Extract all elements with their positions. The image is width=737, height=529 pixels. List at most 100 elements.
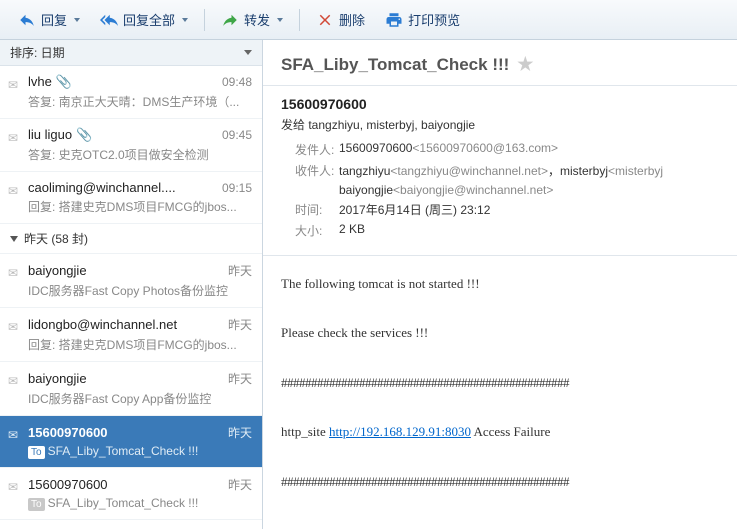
print-button[interactable]: 打印预览 xyxy=(377,6,468,33)
delete-button[interactable]: 删除 xyxy=(308,6,373,33)
forward-label: 转发 xyxy=(244,10,270,29)
message-meta: 15600970600 发给 tangzhiyu, misterbyj, bai… xyxy=(263,86,737,256)
to-badge: To xyxy=(28,446,45,459)
message-item[interactable]: ✉ baiyongjie 昨天 IDC服务器Fast Copy Photos备份… xyxy=(0,254,262,308)
message-from: caoliming@winchannel.... xyxy=(28,180,176,195)
body-line: The following tomcat is not started !!! xyxy=(281,272,719,297)
expand-icon xyxy=(10,236,18,242)
chevron-down-icon xyxy=(182,18,188,22)
meta-time-label: 时间: xyxy=(295,201,339,218)
message-time: 昨天 xyxy=(228,370,252,387)
message-from: 15600970600 xyxy=(28,477,108,492)
message-list[interactable]: ✉ lvhe📎 09:48 答复: 南京正大天晴：DMS生产环境（... ✉ l… xyxy=(0,66,262,529)
envelope-icon: ✉ xyxy=(8,266,18,280)
message-item[interactable]: ✉ 15600970600 昨天 ToSFA_Liby_Tomcat_Check… xyxy=(0,468,262,520)
message-item[interactable]: ✉ caoliming@winchannel.... 09:15 回复: 搭建史… xyxy=(0,172,262,224)
meta-to-value2: baiyongjie<baiyongjie@winchannel.net> xyxy=(339,183,553,197)
message-from: lidongbo@winchannel.net xyxy=(28,317,177,332)
to-badge: To xyxy=(28,498,45,511)
main-area: 排序: 日期 ✉ lvhe📎 09:48 答复: 南京正大天晴：DMS生产环境（… xyxy=(0,40,737,529)
message-time: 昨天 xyxy=(228,316,252,333)
envelope-icon: ✉ xyxy=(8,131,18,145)
message-from: baiyongjie xyxy=(28,263,87,278)
message-time: 昨天 xyxy=(228,476,252,493)
body-line: Please check the services !!! xyxy=(281,321,719,346)
message-time: 09:15 xyxy=(222,181,252,195)
meta-from-label: 发件人: xyxy=(295,141,339,158)
meta-sender: 15600970600 xyxy=(281,96,719,112)
message-subject: 答复: 史克OTC2.0项目做安全检测 xyxy=(28,146,252,163)
message-list-pane: 排序: 日期 ✉ lvhe📎 09:48 答复: 南京正大天晴：DMS生产环境（… xyxy=(0,40,263,529)
message-detail-pane: SFA_Liby_Tomcat_Check !!! ★ 15600970600 … xyxy=(263,40,737,529)
envelope-icon: ✉ xyxy=(8,78,18,92)
message-time: 昨天 xyxy=(228,424,252,441)
message-from: 15600970600 xyxy=(28,425,108,440)
sort-header[interactable]: 排序: 日期 xyxy=(0,40,262,66)
meta-size-value: 2 KB xyxy=(339,222,365,239)
meta-size-label: 大小: xyxy=(295,222,339,239)
message-subject: IDC服务器Fast Copy App备份监控 xyxy=(28,390,252,407)
message-item[interactable]: ✉ baiyongjie 昨天 IDC服务器Fast Copy App备份监控 xyxy=(0,362,262,416)
message-item[interactable]: ✉ liu liguo📎 09:45 答复: 史克OTC2.0项目做安全检测 xyxy=(0,119,262,172)
envelope-icon: ✉ xyxy=(8,374,18,388)
message-time: 昨天 xyxy=(228,262,252,279)
message-body: The following tomcat is not started !!! … xyxy=(263,256,737,529)
meta-time-value: 2017年6月14日 (周三) 23:12 xyxy=(339,201,490,218)
group-header-yesterday[interactable]: 昨天 (58 封) xyxy=(0,224,262,254)
meta-from-value: 15600970600<15600970600@163.com> xyxy=(339,141,558,158)
toolbar: 回复 回复全部 转发 删除 打印预览 xyxy=(0,0,737,40)
forward-icon xyxy=(221,11,239,29)
message-subject: 回复: 搭建史克DMS项目FMCG的jbos... xyxy=(28,336,252,353)
meta-to-row2: baiyongjie<baiyongjie@winchannel.net> xyxy=(281,183,719,197)
meta-to-row: 收件人: tangzhiyu<tangzhiyu@winchannel.net>… xyxy=(281,162,719,179)
sort-arrow-icon xyxy=(244,50,252,55)
meta-to-value: tangzhiyu<tangzhiyu@winchannel.net>，mist… xyxy=(339,162,663,179)
envelope-icon: ✉ xyxy=(8,320,18,334)
print-label: 打印预览 xyxy=(408,10,460,29)
meta-time-row: 时间: 2017年6月14日 (周三) 23:12 xyxy=(281,201,719,218)
message-title: SFA_Liby_Tomcat_Check !!! ★ xyxy=(281,54,719,75)
message-subject: IDC服务器Fast Copy Photos备份监控 xyxy=(28,282,252,299)
reply-all-button[interactable]: 回复全部 xyxy=(92,6,196,33)
reply-all-label: 回复全部 xyxy=(123,10,175,29)
message-from: baiyongjie xyxy=(28,371,87,386)
message-header: SFA_Liby_Tomcat_Check !!! ★ xyxy=(263,40,737,86)
message-item[interactable]: ✉ 15600970600 昨天 ToSFA_Liby_Tomcat_Check… xyxy=(0,416,262,468)
forward-button[interactable]: 转发 xyxy=(213,6,291,33)
body-divider: ########################################… xyxy=(281,470,719,495)
message-time: 09:45 xyxy=(222,128,252,142)
chevron-down-icon xyxy=(277,18,283,22)
message-from: lvhe📎 xyxy=(28,74,72,90)
meta-recipients-summary: 发给 tangzhiyu, misterbyj, baiyongjie xyxy=(281,116,719,133)
delete-label: 删除 xyxy=(339,10,365,29)
sort-label: 排序: 日期 xyxy=(10,44,65,61)
message-from: liu liguo📎 xyxy=(28,127,92,143)
star-icon[interactable]: ★ xyxy=(517,54,533,75)
meta-size-row: 大小: 2 KB xyxy=(281,222,719,239)
message-item[interactable]: ✉ lidongbo@winchannel.net 昨天 回复: 搭建史克DMS… xyxy=(0,308,262,362)
group-label: 昨天 (58 封) xyxy=(24,230,88,247)
envelope-icon: ✉ xyxy=(8,428,18,442)
attachment-icon: 📎 xyxy=(76,127,92,143)
body-divider: ########################################… xyxy=(281,371,719,396)
reply-button[interactable]: 回复 xyxy=(10,6,88,33)
meta-to-label: 收件人: xyxy=(295,162,339,179)
envelope-icon: ✉ xyxy=(8,480,18,494)
message-subject: 回复: 搭建史克DMS项目FMCG的jbos... xyxy=(28,198,252,215)
reply-all-icon xyxy=(100,11,118,29)
print-icon xyxy=(385,11,403,29)
body-link[interactable]: http://192.168.129.91:8030 xyxy=(329,424,471,439)
attachment-icon: 📎 xyxy=(56,74,72,90)
message-time: 09:48 xyxy=(222,75,252,89)
body-line: http_site http://192.168.129.91:8030 Acc… xyxy=(281,420,719,445)
chevron-down-icon xyxy=(74,18,80,22)
envelope-icon: ✉ xyxy=(8,184,18,198)
message-subject: 答复: 南京正大天晴：DMS生产环境（... xyxy=(28,93,252,110)
message-item[interactable]: ✉ lvhe📎 09:48 答复: 南京正大天晴：DMS生产环境（... xyxy=(0,66,262,119)
message-subject: ToSFA_Liby_Tomcat_Check !!! xyxy=(28,444,252,459)
separator xyxy=(299,9,300,31)
delete-icon xyxy=(316,11,334,29)
separator xyxy=(204,9,205,31)
reply-label: 回复 xyxy=(41,10,67,29)
message-subject: ToSFA_Liby_Tomcat_Check !!! xyxy=(28,496,252,511)
